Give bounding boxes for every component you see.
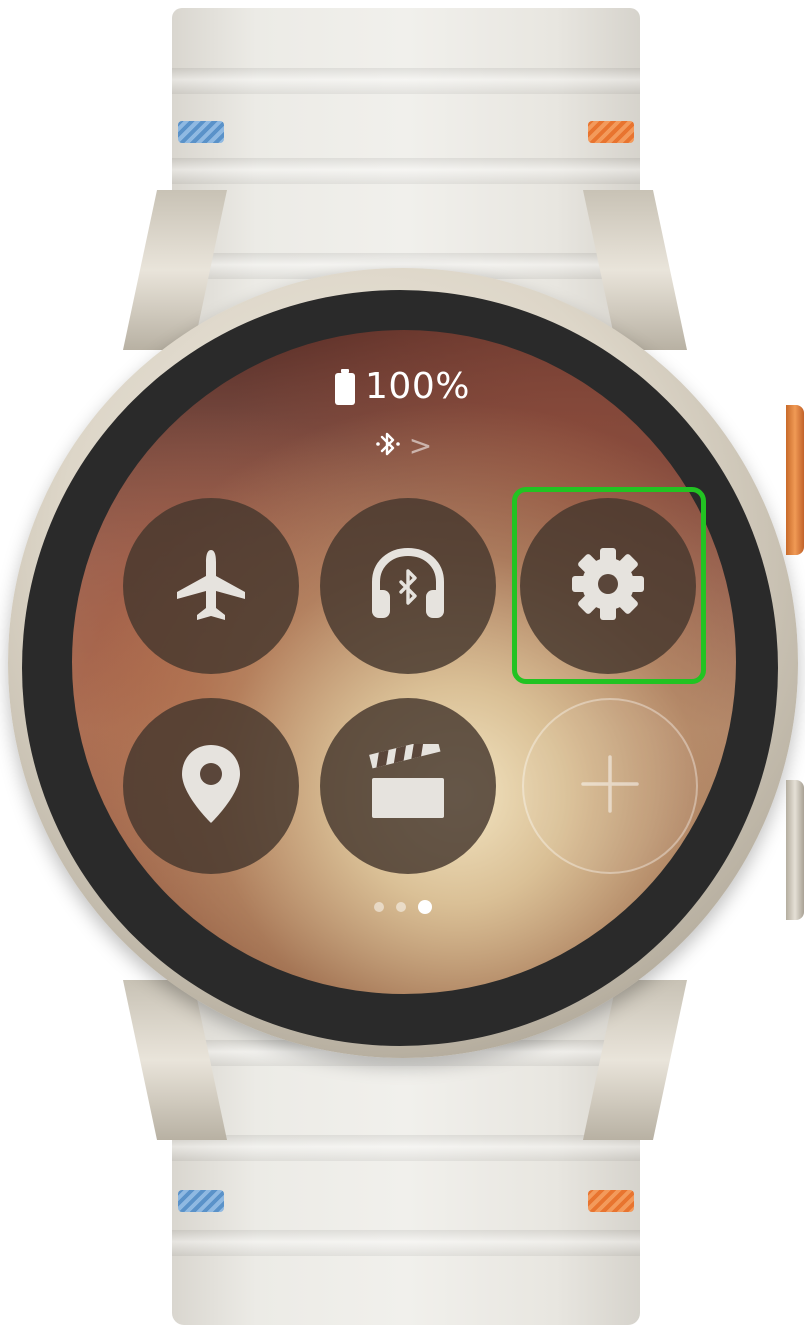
- battery-status: 100%: [0, 366, 805, 407]
- back-button[interactable]: [786, 780, 804, 920]
- strap-stitch-orange: [588, 121, 634, 143]
- page-dot-active[interactable]: [417, 900, 432, 914]
- bluetooth-audio-tile[interactable]: [320, 498, 496, 674]
- plus-icon: [575, 749, 645, 823]
- battery-percentage: 100%: [365, 366, 470, 407]
- battery-full-icon: [335, 368, 356, 405]
- strap-stitch-blue: [178, 1190, 224, 1212]
- location-pin-icon: [176, 741, 246, 831]
- airplane-mode-tile[interactable]: [123, 498, 299, 674]
- bluetooth-icon: [373, 428, 403, 464]
- page-indicator: [0, 900, 805, 914]
- add-tile-button[interactable]: [522, 698, 698, 874]
- bluetooth-connection-row[interactable]: >: [0, 428, 805, 464]
- theater-mode-tile[interactable]: [320, 698, 496, 874]
- page-dot[interactable]: [395, 902, 406, 912]
- chevron-right-icon: >: [408, 429, 433, 462]
- settings-tile-highlight: [512, 487, 706, 684]
- page-dot[interactable]: [373, 902, 384, 912]
- clapperboard-icon: [364, 737, 452, 828]
- airplane-icon: [169, 542, 253, 630]
- bluetooth-headphones-icon: [360, 536, 456, 636]
- location-tile[interactable]: [123, 698, 299, 874]
- strap-stitch-blue: [178, 121, 224, 143]
- strap-stitch-orange: [588, 1190, 634, 1212]
